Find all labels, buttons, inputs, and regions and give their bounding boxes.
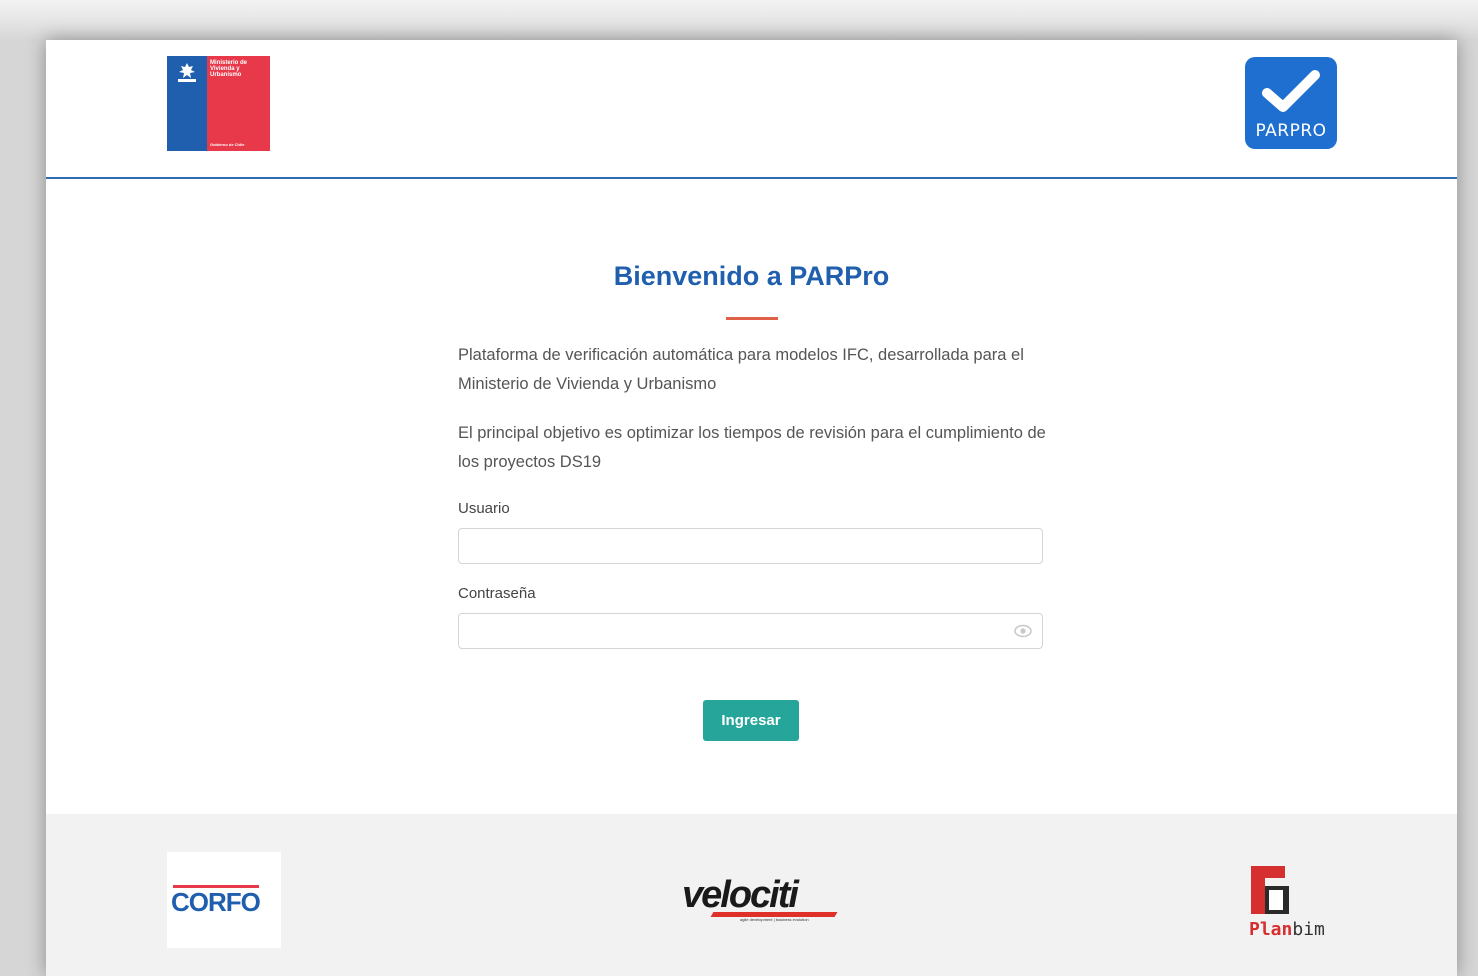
ministry-logo: Ministerio de Vivienda y Urbanismo Gobie… (167, 56, 270, 151)
password-input[interactable] (458, 613, 1043, 649)
planbim-logo: Planbim (1249, 862, 1329, 944)
page-footer: CORFO velociti agile development | busin… (46, 814, 1457, 976)
parpro-logo: PARPRO (1245, 57, 1337, 149)
corfo-logo-text: CORFO (171, 887, 261, 917)
page-title: Bienvenido a PARPro (613, 261, 890, 291)
ministry-sub: Gobierno de Chile (210, 142, 245, 147)
login-main: Bienvenido a PARPro Plataforma de verifi… (46, 179, 1457, 814)
planbim-logo-plan: Plan (1249, 919, 1293, 940)
planbim-mark-icon (1251, 866, 1289, 914)
description-intro: Plataforma de verificación automática pa… (458, 346, 1024, 393)
check-icon (1262, 70, 1320, 112)
login-button[interactable]: Ingresar (703, 700, 799, 741)
velociti-logo-sub: agile development | business evolution (740, 917, 809, 922)
password-label: Contraseña (458, 585, 536, 602)
parpro-logo-label: PARPRO (1255, 121, 1327, 141)
title-divider (726, 317, 778, 320)
description-objective: El principal objetivo es optimizar los t… (458, 424, 1046, 471)
corfo-logo: CORFO (167, 852, 281, 948)
username-label: Usuario (458, 500, 510, 517)
login-page: Ministerio de Vivienda y Urbanismo Gobie… (46, 40, 1457, 976)
page-header: Ministerio de Vivienda y Urbanismo Gobie… (46, 40, 1457, 179)
planbim-logo-bim: bim (1292, 919, 1325, 940)
eye-icon[interactable] (1014, 624, 1032, 638)
ministry-name: Ministerio de Vivienda y Urbanismo (210, 60, 248, 78)
velociti-logo: velociti agile development | business ev… (682, 874, 842, 924)
velociti-logo-text: velociti (682, 874, 799, 916)
coat-of-arms-icon (178, 63, 196, 82)
username-input[interactable] (458, 528, 1043, 564)
